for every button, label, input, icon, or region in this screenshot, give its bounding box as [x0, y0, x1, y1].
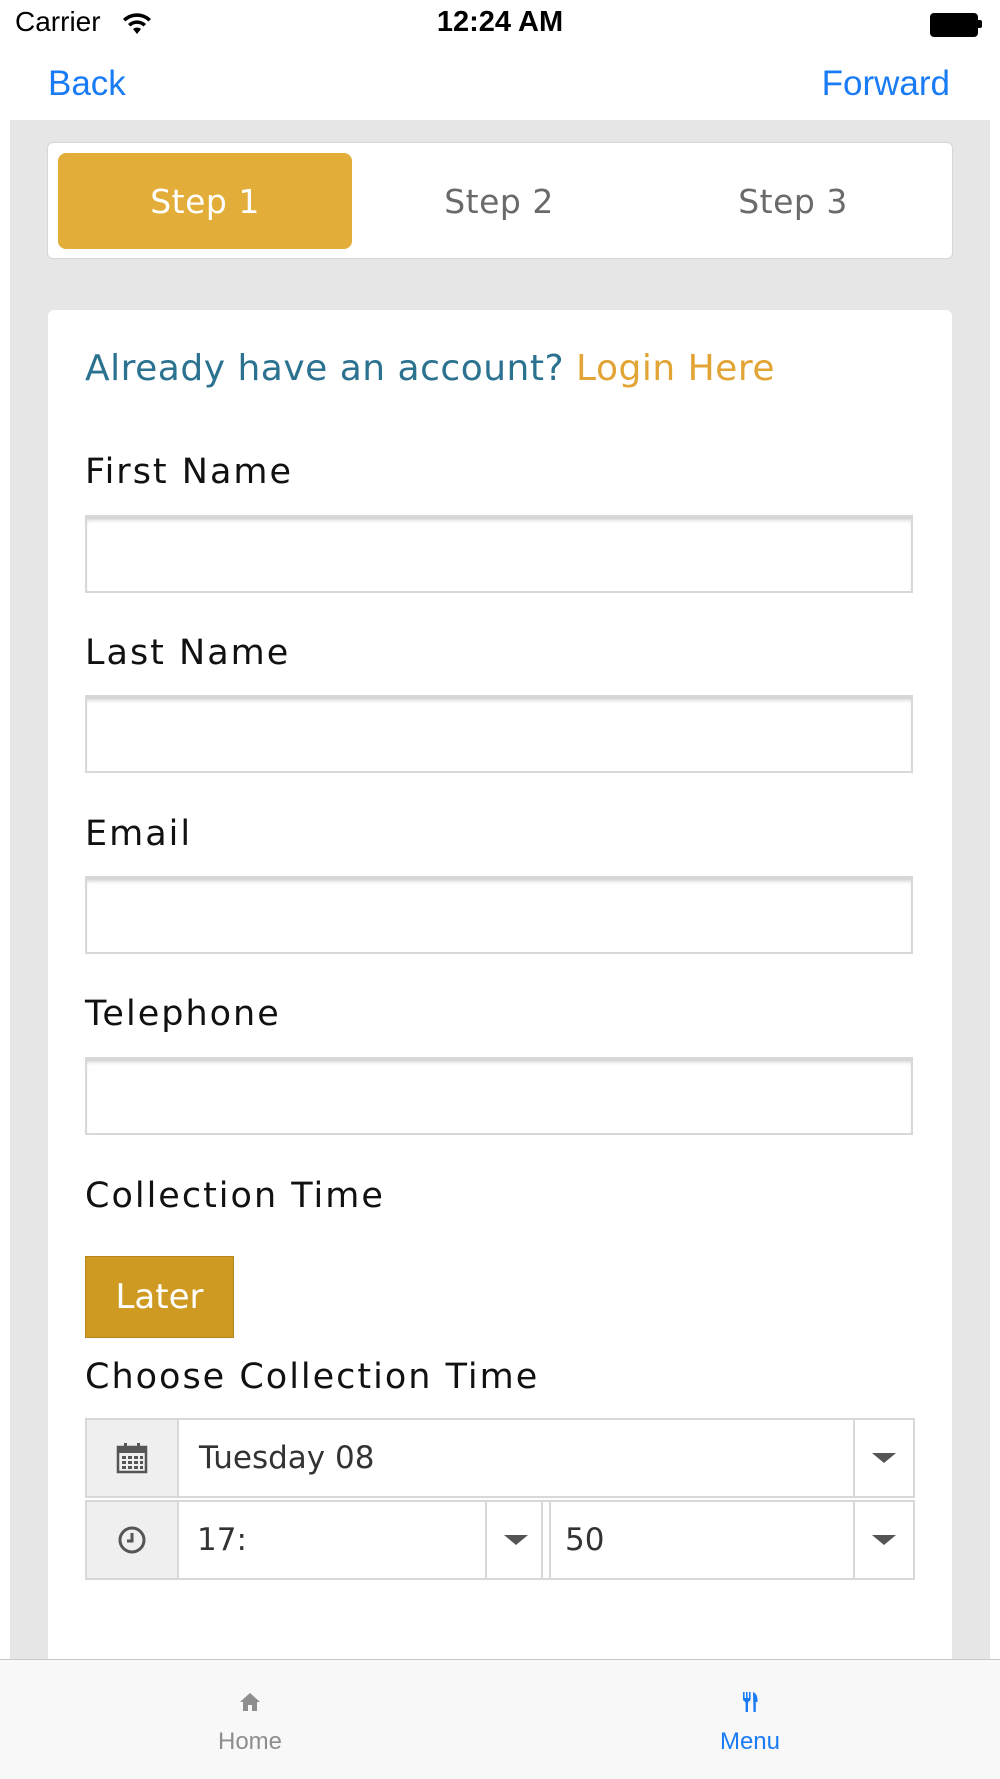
email-field[interactable]: [85, 876, 913, 954]
page-content: Step 1 Step 2 Step 3 Already have an acc…: [10, 120, 990, 1660]
calendar-icon: [116, 1443, 148, 1474]
back-button[interactable]: Back: [48, 64, 126, 104]
tab-bar: Home Menu: [0, 1659, 1000, 1779]
telephone-label: Telephone: [85, 994, 281, 1034]
calendar-addon: [87, 1420, 179, 1496]
navigation-bar: Back Forward: [0, 50, 1000, 120]
date-dropdown-arrow[interactable]: [853, 1420, 913, 1496]
home-icon: [240, 1693, 260, 1711]
fork-knife-icon: [743, 1692, 758, 1712]
time-separator: [541, 1502, 551, 1578]
chevron-down-icon: [872, 1535, 896, 1545]
later-button[interactable]: Later: [85, 1256, 234, 1338]
tab-home[interactable]: Home: [150, 1660, 350, 1779]
status-time: 12:24 AM: [436, 6, 564, 38]
login-prompt-text: Already have an account?: [85, 348, 565, 389]
minute-select[interactable]: 50: [565, 1502, 604, 1578]
tab-home-label: Home: [217, 1728, 283, 1755]
last-name-field[interactable]: [85, 695, 913, 773]
email-label: Email: [85, 814, 193, 854]
battery-icon: [930, 13, 982, 37]
step-selector: Step 1 Step 2 Step 3: [47, 142, 953, 259]
clock-icon: [118, 1526, 146, 1554]
tab-menu[interactable]: Menu: [650, 1660, 850, 1779]
status-bar: Carrier 12:24 AM: [0, 0, 1000, 50]
forward-button[interactable]: Forward: [822, 64, 950, 104]
telephone-field[interactable]: [85, 1057, 913, 1135]
choose-collection-time-label: Choose Collection Time: [85, 1357, 540, 1397]
step-1-tab[interactable]: Step 1: [58, 153, 352, 249]
chevron-down-icon: [504, 1535, 528, 1545]
step-3-tab[interactable]: Step 3: [646, 153, 940, 249]
login-link[interactable]: Login Here: [576, 348, 775, 389]
date-select[interactable]: Tuesday 08: [85, 1418, 915, 1498]
tab-menu-label: Menu: [719, 1728, 781, 1755]
time-select-row: 17: 50: [85, 1500, 915, 1580]
chevron-down-icon: [872, 1453, 896, 1463]
first-name-field[interactable]: [85, 515, 913, 593]
collection-time-label: Collection Time: [85, 1176, 385, 1216]
first-name-label: First Name: [85, 452, 294, 492]
last-name-label: Last Name: [85, 633, 291, 673]
step-2-tab[interactable]: Step 2: [352, 153, 646, 249]
date-value: Tuesday 08: [199, 1440, 375, 1476]
hour-dropdown-arrow[interactable]: [485, 1502, 545, 1578]
minute-dropdown-arrow[interactable]: [853, 1502, 913, 1578]
hour-select[interactable]: 17:: [197, 1502, 247, 1578]
login-prompt: Already have an account? Login Here: [85, 348, 775, 389]
checkout-form: Already have an account? Login Here Firs…: [48, 310, 952, 1660]
clock-addon: [87, 1502, 179, 1578]
